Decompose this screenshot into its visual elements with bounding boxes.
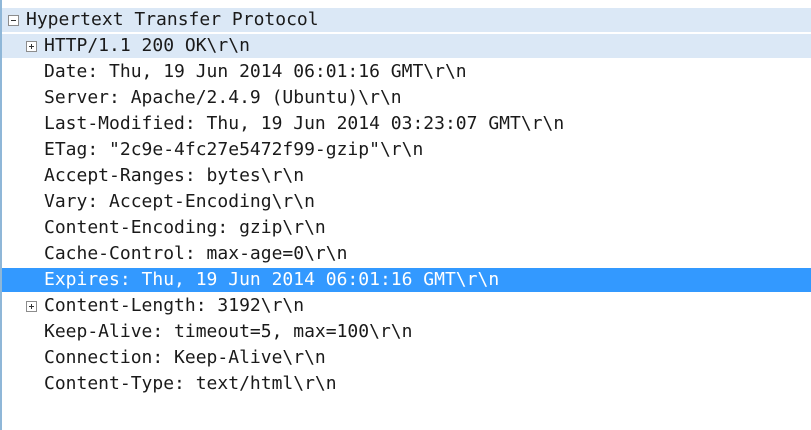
tree-item-label: Accept-Ranges: bytes\r\n [44,165,305,186]
tree-item-label: ETag: "2c9e-4fc27e5472f99-gzip"\r\n [44,139,424,160]
tree-item-content-type[interactable]: Content-Type: text/html\r\n [2,372,811,396]
tree-item-label: Cache-Control: max-age=0\r\n [44,243,348,264]
tree-item-etag[interactable]: ETag: "2c9e-4fc27e5472f99-gzip"\r\n [2,138,811,162]
tree-item-content-length[interactable]: Content-Length: 3192\r\n [2,294,811,318]
tree-item-status-line[interactable]: HTTP/1.1 200 OK\r\n [2,34,811,58]
tree-item-label: Last-Modified: Thu, 19 Jun 2014 03:23:07… [44,113,565,134]
tree-item-label: Vary: Accept-Encoding\r\n [44,191,315,212]
tree-item-label: HTTP/1.1 200 OK\r\n [44,35,250,56]
tree-item-cache-control[interactable]: Cache-Control: max-age=0\r\n [2,242,811,266]
tree-item-http[interactable]: Hypertext Transfer Protocol [2,8,811,32]
tree-item-connection[interactable]: Connection: Keep-Alive\r\n [2,346,811,370]
tree-item-label: Expires: Thu, 19 Jun 2014 06:01:16 GMT\r… [44,269,500,290]
tree-item-label: Content-Type: text/html\r\n [44,373,337,394]
tree-item-label: Date: Thu, 19 Jun 2014 06:01:16 GMT\r\n [44,61,467,82]
tree-item-label: Server: Apache/2.4.9 (Ubuntu)\r\n [44,87,402,108]
tree-item-accept-ranges[interactable]: Accept-Ranges: bytes\r\n [2,164,811,188]
expand-toggle-icon[interactable] [26,301,37,312]
tree-item-content-encoding[interactable]: Content-Encoding: gzip\r\n [2,216,811,240]
tree-item-date[interactable]: Date: Thu, 19 Jun 2014 06:01:16 GMT\r\n [2,60,811,84]
tree-item-label: Content-Encoding: gzip\r\n [44,217,326,238]
tree-item-label: Hypertext Transfer Protocol [26,9,319,30]
collapse-toggle-icon[interactable] [8,15,19,26]
tree-item-label: Content-Length: 3192\r\n [44,295,305,316]
tree-item-server[interactable]: Server: Apache/2.4.9 (Ubuntu)\r\n [2,86,811,110]
tree-item-expires[interactable]: Expires: Thu, 19 Jun 2014 06:01:16 GMT\r… [2,268,811,292]
expand-toggle-icon[interactable] [26,41,37,52]
tree-item-label: Connection: Keep-Alive\r\n [44,347,326,368]
packet-details-tree[interactable]: Hypertext Transfer Protocol HTTP/1.1 200… [0,0,811,430]
tree-item-last-modified[interactable]: Last-Modified: Thu, 19 Jun 2014 03:23:07… [2,112,811,136]
tree-item-label: Keep-Alive: timeout=5, max=100\r\n [44,321,413,342]
tree-item-keep-alive[interactable]: Keep-Alive: timeout=5, max=100\r\n [2,320,811,344]
tree-item-vary[interactable]: Vary: Accept-Encoding\r\n [2,190,811,214]
